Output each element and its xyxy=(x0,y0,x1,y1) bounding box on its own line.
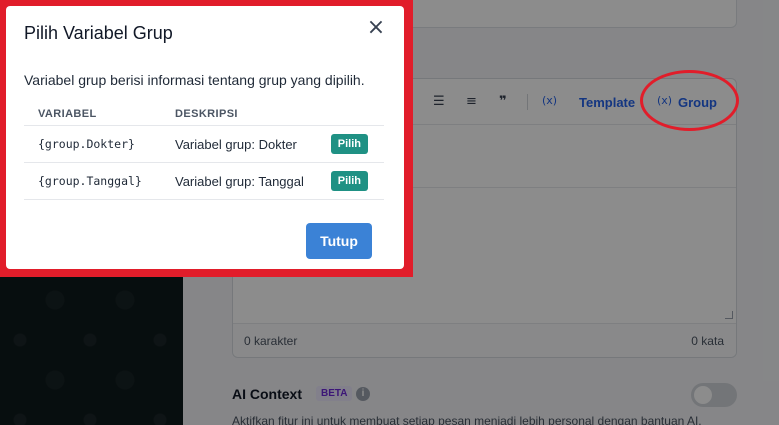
template-button[interactable]: Template xyxy=(579,95,635,110)
editor-footer: 0 karakter 0 kata xyxy=(233,323,736,357)
close-icon[interactable]: × xyxy=(366,17,386,39)
variable-name: {group.Dokter} xyxy=(24,125,175,163)
variable-name: {group.Tanggal} xyxy=(24,162,175,200)
table-row: {group.Dokter} Variabel grup: Dokter Pil… xyxy=(24,125,384,163)
ai-context-description: Aktifkan fitur ini untuk membuat setiap … xyxy=(232,414,702,425)
table-header: VARIABEL DESKRIPSI xyxy=(24,106,384,126)
beta-badge: BETA xyxy=(316,386,353,401)
ai-context-toggle[interactable] xyxy=(691,383,737,407)
resize-handle[interactable] xyxy=(725,311,733,319)
numbered-list-icon[interactable]: ≡ xyxy=(466,94,477,109)
column-header-description: DESKRIPSI xyxy=(175,106,323,126)
info-icon[interactable]: i xyxy=(356,387,370,401)
table-row: {group.Tanggal} Variabel grup: Tanggal P… xyxy=(24,162,384,200)
variables-table: VARIABEL DESKRIPSI {group.Dokter} Variab… xyxy=(24,106,384,200)
variable-group-modal: Pilih Variabel Grup × Variabel grup beri… xyxy=(6,6,404,269)
quote-icon[interactable]: ❞ xyxy=(499,94,507,109)
column-header-action xyxy=(322,106,384,126)
pick-button[interactable]: Pilih xyxy=(330,134,368,154)
close-button[interactable]: Tutup xyxy=(306,223,372,259)
ai-context-title: AI Context xyxy=(232,386,302,402)
variable-icon[interactable]: (x) xyxy=(542,94,557,107)
column-header-variable: VARIABEL xyxy=(24,106,175,126)
word-count: 0 kata xyxy=(691,334,724,348)
char-count: 0 karakter xyxy=(244,334,298,348)
toolbar-divider xyxy=(527,94,528,110)
modal-description: Variabel grup berisi informasi tentang g… xyxy=(24,72,365,88)
annotation-circle xyxy=(640,70,739,131)
pick-button[interactable]: Pilih xyxy=(330,171,368,191)
ai-context-row: AI Context BETA i xyxy=(232,383,737,407)
modal-title: Pilih Variabel Grup xyxy=(24,23,173,43)
toggle-knob xyxy=(694,386,712,404)
variable-description: Variabel grup: Tanggal xyxy=(175,162,323,200)
variable-description: Variabel grup: Dokter xyxy=(175,125,323,163)
bulleted-list-icon[interactable]: ☰ xyxy=(433,94,445,109)
